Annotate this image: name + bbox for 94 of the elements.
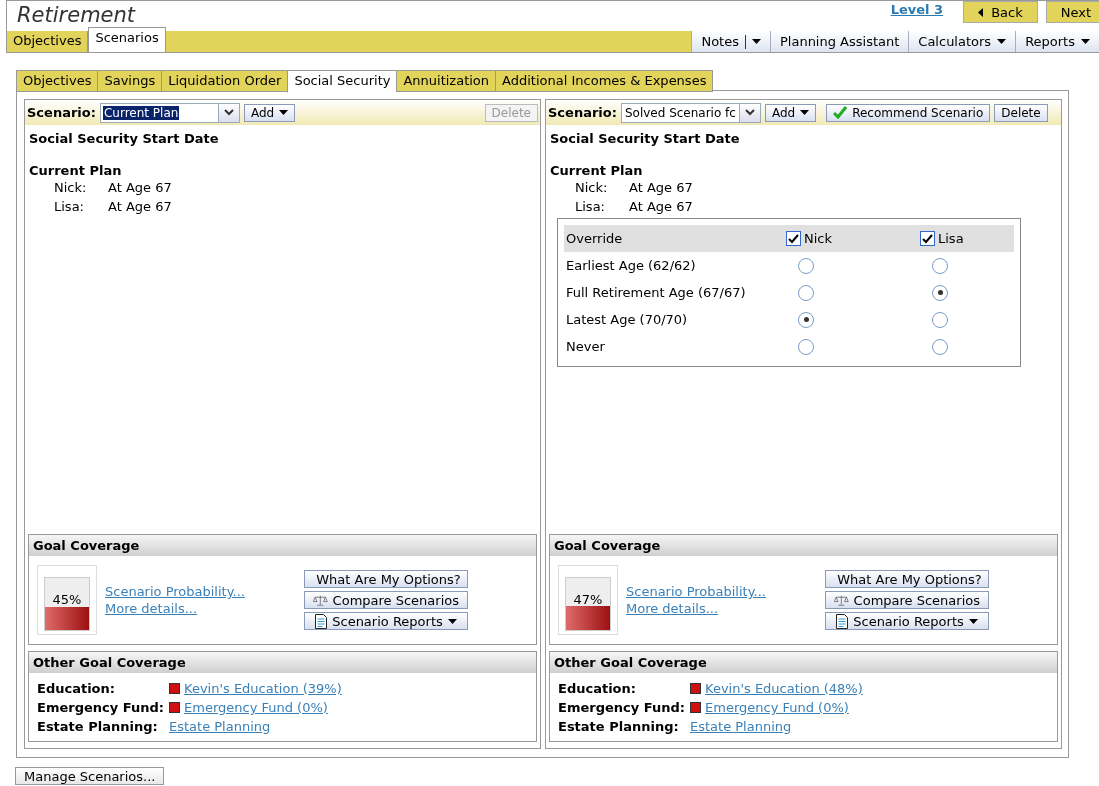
tab[interactable]: Scenarios [88,27,166,52]
left-triangle-icon [978,7,984,17]
radio-button[interactable] [932,311,948,328]
caret-icon [279,110,289,115]
toolbar-button[interactable]: Planning Assistant [769,31,909,52]
tab[interactable]: Annuitization [396,70,496,92]
person-name: Nick [804,231,832,246]
scenario-label: Scenario: [548,105,617,120]
person-label: Nick: [575,179,609,197]
goal-label: Estate Planning: [37,719,159,734]
caret-icon [968,618,978,624]
option-label: Never [566,339,606,354]
chevron-icon [744,109,755,116]
start-age: At Age 67 [629,198,693,216]
action-button[interactable]: What Are My Options? [304,570,468,588]
goal-label: Estate Planning: [558,719,680,734]
goal-label: Education: [37,681,116,696]
option-label: Latest Age (70/70) [566,312,689,327]
radio-button[interactable] [932,257,948,274]
manage-scenarios-button[interactable]: Manage Scenarios... [15,767,165,785]
box-title: Other Goal Coverage [29,652,536,673]
goal-link[interactable]: Emergency Fund (0%) [184,700,328,715]
next-button[interactable]: Next [1045,1,1099,23]
section-heading: Social Security Start Date [550,131,741,146]
caret-icon [447,618,457,624]
goal-label: Emergency Fund: [37,700,165,715]
option-label: Full Retirement Age (67/67) [566,285,747,300]
toolbar-button[interactable]: Reports [1015,31,1099,52]
recommend-scenario-button[interactable]: Recommend Scenario [826,103,991,122]
action-button[interactable]: Compare Scenarios [825,591,989,609]
person-name: Lisa [938,231,964,246]
radio-button[interactable] [798,311,814,328]
goal-link[interactable]: Kevin's Education (48%) [705,681,863,696]
person-label: Nick: [54,179,88,197]
section-heading: Social Security Start Date [29,131,220,146]
tab[interactable]: Liquidation Order [161,70,288,92]
goal-link[interactable]: Estate Planning [169,719,271,734]
plan-title: Current Plan [550,163,644,178]
caret-icon [800,110,810,115]
goal-link[interactable]: Emergency Fund (0%) [705,700,849,715]
tab[interactable]: Social Security [287,70,397,93]
scenario-dropdown[interactable]: Current Plan [99,102,240,123]
add-button[interactable]: Add [764,103,817,122]
toolbar-button[interactable]: Notes [691,31,770,52]
level-link[interactable]: Level 3 [890,2,944,17]
radio-button[interactable] [932,284,948,301]
tab[interactable]: Additional Incomes & Expenses [495,70,714,92]
add-button[interactable]: Add [243,103,296,122]
box-title: Other Goal Coverage [550,652,1057,673]
page-title: Retirement [16,2,137,27]
start-age: At Age 67 [108,198,172,216]
option-label: Earliest Age (62/62) [566,258,697,273]
goal-link[interactable]: Kevin's Education (39%) [184,681,342,696]
caret-icon [997,39,1007,44]
details-link[interactable]: Scenario Probability... [105,584,245,599]
probability-reading: 47% [572,592,604,607]
checkmark-icon [833,106,848,119]
box-title: Goal Coverage [29,535,536,556]
caret-icon [751,39,761,44]
start-age: At Age 67 [629,179,693,197]
scenario-label: Scenario: [27,105,96,120]
radio-button[interactable] [798,338,814,355]
action-button[interactable]: Scenario Reports [304,612,468,630]
start-age: At Age 67 [108,179,172,197]
checkbox[interactable] [920,231,935,246]
scenario-dropdown[interactable]: Solved Scenario fc [620,102,761,123]
document-icon [836,613,849,629]
override-label: Override [566,231,624,246]
chevron-icon [223,109,234,116]
action-button[interactable]: Compare Scenarios [304,591,468,609]
radio-button[interactable] [932,338,948,355]
probability-reading: 45% [51,592,83,607]
plan-title: Current Plan [29,163,123,178]
delete-button[interactable]: Delete [994,103,1048,122]
checkbox[interactable] [786,231,801,246]
person-label: Lisa: [54,198,85,216]
radio-button[interactable] [798,257,814,274]
goal-label: Emergency Fund: [558,700,686,715]
tab[interactable]: Savings [97,70,162,92]
document-icon [315,613,328,629]
toolbar-button[interactable]: Calculators [908,31,1016,52]
box-title: Goal Coverage [550,535,1057,556]
tab[interactable]: Objectives [16,70,98,92]
details-link[interactable]: More details... [105,601,198,616]
goal-link[interactable]: Estate Planning [690,719,792,734]
caret-icon [1081,39,1090,44]
radio-button[interactable] [798,284,814,301]
back-button[interactable]: Back [963,1,1038,23]
action-button[interactable]: What Are My Options? [825,570,989,588]
details-link[interactable]: Scenario Probability... [626,584,766,599]
details-link[interactable]: More details... [626,601,719,616]
person-label: Lisa: [575,198,606,216]
action-button[interactable]: Scenario Reports [825,612,989,630]
goal-label: Education: [558,681,637,696]
